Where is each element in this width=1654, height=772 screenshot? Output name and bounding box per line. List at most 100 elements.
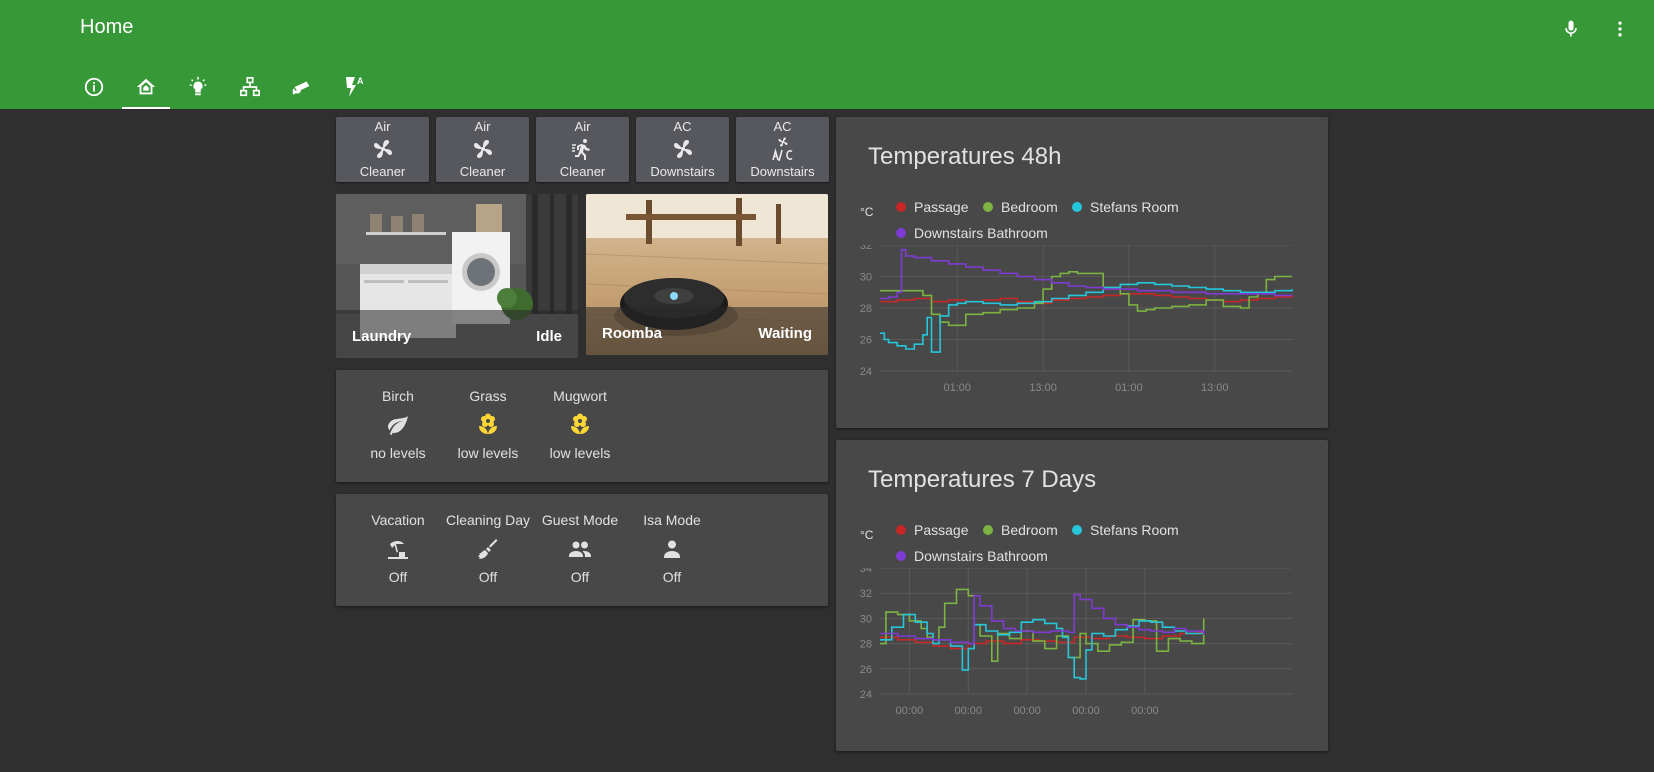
- glance-state: Off: [388, 569, 408, 585]
- view-tabs: A: [68, 64, 380, 109]
- picture-card-footer: Laundry Idle: [336, 310, 578, 358]
- legend-passage[interactable]: Passage: [896, 199, 968, 215]
- lightbulb-icon: [189, 76, 207, 95]
- glance-name: Vacation: [371, 512, 425, 528]
- glance-state: low levels: [457, 445, 519, 461]
- temperatures-48h-card: Temperatures 48h °C Passage Bedroom Stef…: [836, 117, 1328, 428]
- entity-button-label-bottom: Cleaner: [559, 164, 606, 179]
- info-icon: [84, 77, 104, 96]
- glance-cleaning-day[interactable]: Cleaning Day Off: [443, 512, 533, 585]
- x-tick-label: 13:00: [1029, 382, 1057, 394]
- fan-icon: [673, 140, 692, 158]
- glance-mugwort[interactable]: Mugwort low levels: [535, 388, 625, 461]
- legend-bedroom[interactable]: Bedroom: [983, 522, 1058, 538]
- broom-icon: [476, 529, 500, 569]
- chart-title: Temperatures 48h: [868, 143, 1062, 170]
- entity-button-label-top: Air: [574, 119, 591, 134]
- temperature-7-days-plot: 24 26 28 30 32 34 00:00 00:00 00:00 00:00 00:00: [860, 568, 1292, 717]
- glance-name: Mugwort: [553, 388, 607, 404]
- tab-network[interactable]: [224, 64, 276, 109]
- app-header: Home A: [0, 0, 1654, 109]
- laundry-state: Idle: [536, 328, 562, 345]
- glance-state: Off: [570, 569, 590, 585]
- y-tick-label: 24: [860, 366, 872, 378]
- glance-birch[interactable]: Birch no levels: [353, 388, 443, 461]
- x-tick-label: 00:00: [955, 705, 983, 717]
- legend-stefans-room[interactable]: Stefans Room: [1072, 522, 1179, 538]
- ac-downstairs-button-1[interactable]: AC Downstairs: [636, 117, 729, 182]
- glance-name: Isa Mode: [643, 512, 701, 528]
- legend-label: Stefans Room: [1090, 522, 1179, 538]
- x-tick-label: 00:00: [1131, 705, 1159, 717]
- tab-info[interactable]: [68, 64, 120, 109]
- roomba-state: Waiting: [758, 325, 812, 342]
- roomba-picture-card[interactable]: Roomba Waiting: [586, 194, 828, 355]
- glance-name: Birch: [382, 388, 414, 404]
- laundry-picture-card[interactable]: Laundry Idle: [336, 194, 578, 358]
- y-tick-label: 34: [860, 568, 872, 575]
- legend-label: Bedroom: [1001, 199, 1058, 215]
- glance-state: Off: [662, 569, 682, 585]
- y-tick-label: 24: [860, 689, 872, 701]
- y-tick-label: 26: [860, 335, 872, 347]
- entity-button-label-top: AC: [773, 119, 792, 134]
- tab-lights[interactable]: [172, 64, 224, 109]
- tab-cameras[interactable]: [276, 64, 328, 109]
- temperature-48h-plot: 24 26 28 30 32 01:00 13:00 01:00 13:00: [860, 245, 1293, 394]
- microphone-icon[interactable]: [1556, 14, 1586, 44]
- run-icon: [571, 139, 590, 160]
- entity-button-label-top: Air: [474, 119, 491, 134]
- flower-icon: [568, 405, 592, 445]
- y-tick-label: 26: [860, 664, 872, 676]
- pollen-glance-card: Birch no levels Grass low levels Mugwort…: [336, 370, 828, 482]
- network-icon: [240, 76, 260, 96]
- x-tick-label: 00:00: [896, 705, 924, 717]
- x-tick-label: 00:00: [1013, 705, 1041, 717]
- legend-stefans-room[interactable]: Stefans Room: [1072, 199, 1179, 215]
- y-tick-label: 32: [860, 588, 872, 600]
- legend-label: Downstairs Bathroom: [914, 548, 1048, 564]
- air-cleaner-button-1[interactable]: Air Cleaner: [336, 117, 429, 182]
- ac-downstairs-button-2[interactable]: AC Downstairs: [736, 117, 829, 182]
- glance-isa-mode[interactable]: Isa Mode Off: [627, 512, 717, 585]
- account-icon: [660, 529, 684, 569]
- x-tick-label: 01:00: [1115, 382, 1143, 394]
- air-conditioner-icon: [771, 137, 792, 162]
- glance-name: Cleaning Day: [445, 512, 531, 528]
- tab-home[interactable]: [120, 64, 172, 109]
- x-tick-label: 00:00: [1072, 705, 1100, 717]
- security-camera-icon: [292, 81, 310, 94]
- legend-bedroom[interactable]: Bedroom: [983, 199, 1058, 215]
- air-cleaner-button-3[interactable]: Air Cleaner: [536, 117, 629, 182]
- svg-text:A: A: [357, 76, 364, 86]
- legend-label: Stefans Room: [1090, 199, 1179, 215]
- y-tick-label: 32: [860, 245, 872, 252]
- glance-grass[interactable]: Grass low levels: [443, 388, 533, 461]
- laundry-name: Laundry: [352, 328, 412, 345]
- more-vertical-icon[interactable]: [1605, 14, 1635, 44]
- glance-state: Off: [478, 569, 498, 585]
- legend-downstairs-bathroom[interactable]: Downstairs Bathroom: [896, 548, 1048, 564]
- entity-button-label-bottom: Downstairs: [650, 164, 715, 179]
- tab-automations[interactable]: A: [328, 64, 380, 109]
- legend-label: Downstairs Bathroom: [914, 225, 1048, 241]
- entity-button-label-top: Air: [374, 119, 391, 134]
- legend-passage[interactable]: Passage: [896, 522, 968, 538]
- entity-button-label-bottom: Cleaner: [359, 164, 406, 179]
- glance-state: low levels: [549, 445, 611, 461]
- glance-vacation[interactable]: Vacation Off: [353, 512, 443, 585]
- x-tick-label: 01:00: [943, 382, 971, 394]
- air-cleaner-button-2[interactable]: Air Cleaner: [436, 117, 529, 182]
- y-tick-label: 28: [860, 303, 872, 315]
- glance-state: no levels: [370, 445, 426, 461]
- glance-guest-mode[interactable]: Guest Mode Off: [535, 512, 625, 585]
- legend-downstairs-bathroom[interactable]: Downstairs Bathroom: [896, 225, 1048, 241]
- fan-icon: [373, 140, 392, 158]
- series-line-bedroom: [880, 588, 1205, 662]
- glance-name: Grass: [469, 388, 507, 404]
- y-axis-unit: °C: [860, 205, 874, 219]
- flower-icon: [476, 405, 500, 445]
- chart-title: Temperatures 7 Days: [868, 466, 1097, 493]
- legend-label: Bedroom: [1001, 522, 1058, 538]
- y-tick-label: 28: [860, 639, 872, 651]
